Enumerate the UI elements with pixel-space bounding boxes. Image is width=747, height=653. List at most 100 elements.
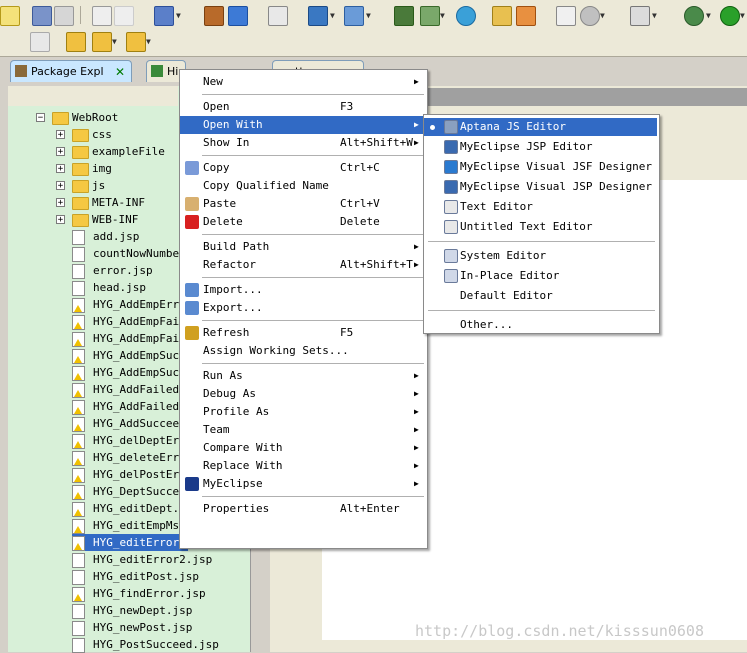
menu-item-delete[interactable]: Delete Delete: [180, 213, 425, 231]
camera-icon[interactable]: [630, 6, 650, 26]
menu-item-refactor[interactable]: Refactor Alt+Shift+T ▶: [180, 256, 425, 274]
menu-item-profile-as[interactable]: Profile As ▶: [180, 403, 425, 421]
tree-item-file[interactable]: HYG_PostSucceed.jsp: [72, 636, 221, 653]
import-project-icon[interactable]: [516, 6, 536, 26]
submenu-item-in-place-editor[interactable]: In-Place Editor: [424, 267, 657, 285]
submenu-item-text-editor[interactable]: Text Editor: [424, 198, 657, 216]
menu-item-refresh[interactable]: Refresh F5: [180, 324, 425, 342]
tree-item-file[interactable]: HYG_editPost.jsp: [72, 568, 201, 585]
menu-item-team[interactable]: Team ▶: [180, 421, 425, 439]
annotation-icon[interactable]: [30, 32, 50, 52]
tree-item-file[interactable]: HYG_editEmpMsg.: [72, 517, 194, 534]
dropdown-arrow-icon[interactable]: ▼: [600, 11, 605, 20]
save-all-icon[interactable]: [54, 6, 74, 26]
dropdown-arrow-icon[interactable]: ▼: [146, 37, 151, 46]
menu-item-copy[interactable]: Copy Ctrl+C: [180, 159, 425, 177]
task-icon[interactable]: [556, 6, 576, 26]
menu-item-build-path[interactable]: Build Path ▶: [180, 238, 425, 256]
open-folder-icon[interactable]: [492, 6, 512, 26]
submenu-item-other[interactable]: Other...: [424, 316, 657, 334]
tree-item-file[interactable]: HYG_newDept.jsp: [72, 602, 194, 619]
dropdown-arrow-icon[interactable]: ▼: [176, 11, 181, 20]
tree-item-file[interactable]: HYG_AddFailed2.: [72, 398, 194, 415]
new-icon[interactable]: [0, 6, 20, 26]
server-icon[interactable]: [308, 6, 328, 26]
tree-item-file[interactable]: HYG_findError.jsp: [72, 585, 208, 602]
submenu-item-myeclipse-jsp-editor[interactable]: MyEclipse JSP Editor: [424, 138, 657, 156]
expand-icon[interactable]: +: [56, 181, 65, 191]
tree-item-file[interactable]: HYG_deleteError: [72, 449, 194, 466]
menu-item-assign-working-sets[interactable]: Assign Working Sets...: [180, 342, 425, 360]
submenu-item-default-editor[interactable]: Default Editor: [424, 287, 657, 305]
menu-item-replace-with[interactable]: Replace With ▶: [180, 457, 425, 475]
menu-item-copy-qualified-name[interactable]: Copy Qualified Name: [180, 177, 425, 195]
tree-item-file[interactable]: HYG_AddEmpFaile: [72, 313, 194, 330]
open-type-icon[interactable]: [154, 6, 174, 26]
collapse-icon[interactable]: −: [36, 113, 45, 123]
tree-item-file[interactable]: HYG_editError2.jsp: [72, 551, 214, 568]
settings-icon[interactable]: [580, 6, 600, 26]
tree-item-file[interactable]: HYG_delPostErro: [72, 466, 194, 483]
tree-item-file[interactable]: HYG_AddEmpError: [72, 296, 194, 313]
menu-item-import[interactable]: Import...: [180, 281, 425, 299]
tree-item-file[interactable]: HYG_AddEmpSucce: [72, 347, 194, 364]
menu-item-properties[interactable]: Properties Alt+Enter: [180, 500, 425, 518]
dropdown-arrow-icon[interactable]: ▼: [330, 11, 335, 20]
menu-item-open-with[interactable]: Open With ▶: [180, 116, 425, 134]
dropdown-arrow-icon[interactable]: ▼: [706, 11, 711, 20]
tree-item-file[interactable]: HYG_AddEmpFaile: [72, 330, 194, 347]
pilcrow-icon[interactable]: [114, 6, 134, 26]
run-icon[interactable]: [720, 6, 740, 26]
menu-item-open[interactable]: Open F3: [180, 98, 425, 116]
cube-icon[interactable]: [228, 6, 248, 26]
save-icon[interactable]: [32, 6, 52, 26]
toggle-icon[interactable]: [92, 6, 112, 26]
tree-item-file[interactable]: error.jsp: [72, 262, 155, 279]
search-icon[interactable]: [344, 6, 364, 26]
menu-item-debug-as[interactable]: Debug As ▶: [180, 385, 425, 403]
menu-item-run-as[interactable]: Run As ▶: [180, 367, 425, 385]
submenu-item-myeclipse-visual-jsp-designer[interactable]: MyEclipse Visual JSP Designer: [424, 178, 657, 196]
expand-icon[interactable]: +: [56, 147, 65, 157]
expand-icon[interactable]: +: [56, 215, 65, 225]
close-icon[interactable]: ✕: [115, 61, 125, 82]
menu-item-export[interactable]: Export...: [180, 299, 425, 317]
tree-item-file[interactable]: HYG_AddFailed.: [72, 381, 188, 398]
tree-item-file[interactable]: HYG_newPost.jsp: [72, 619, 194, 636]
tree-item-file[interactable]: HYG_AddSucceed.: [72, 415, 194, 432]
hierarchy-icon[interactable]: [394, 6, 414, 26]
dropdown-arrow-icon[interactable]: ▼: [740, 11, 745, 20]
submenu-item-untitled-text-editor[interactable]: Untitled Text Editor: [424, 218, 657, 236]
tree-item-file[interactable]: HYG_editError.: [72, 534, 188, 551]
dropdown-arrow-icon[interactable]: ▼: [112, 37, 117, 46]
dropdown-arrow-icon[interactable]: ▼: [440, 11, 445, 20]
tree-item-file[interactable]: HYG_DeptSucceed: [72, 483, 194, 500]
menu-item-show-in[interactable]: Show In Alt+Shift+W ▶: [180, 134, 425, 152]
last-edit-icon[interactable]: [66, 32, 86, 52]
submenu-item-system-editor[interactable]: System Editor: [424, 247, 657, 265]
back-icon[interactable]: [92, 32, 112, 52]
debug-icon[interactable]: [684, 6, 704, 26]
deploy-icon[interactable]: [268, 6, 288, 26]
menu-item-compare-with[interactable]: Compare With ▶: [180, 439, 425, 457]
package-icon[interactable]: [204, 6, 224, 26]
dropdown-arrow-icon[interactable]: ▼: [366, 11, 371, 20]
menu-item-paste[interactable]: Paste Ctrl+V: [180, 195, 425, 213]
menu-item-new[interactable]: New ▶: [180, 73, 425, 91]
dropdown-arrow-icon[interactable]: ▼: [652, 11, 657, 20]
submenu-item-aptana-js-editor[interactable]: Aptana JS Editor: [424, 118, 657, 136]
new-java-icon[interactable]: [420, 6, 440, 26]
expand-icon[interactable]: +: [56, 198, 65, 208]
globe-icon[interactable]: [456, 6, 476, 26]
tab-package-explorer[interactable]: Package Expl ✕: [10, 60, 132, 82]
expand-icon[interactable]: +: [56, 130, 65, 140]
forward-icon[interactable]: [126, 32, 146, 52]
tree-item-file[interactable]: HYG_AddEmpSucce: [72, 364, 194, 381]
submenu-item-myeclipse-visual-jsf-designer[interactable]: MyEclipse Visual JSF Designer: [424, 158, 657, 176]
tree-item-file[interactable]: countNowNumber.: [72, 245, 194, 262]
tree-item-file[interactable]: HYG_delDeptErro: [72, 432, 194, 449]
tree-item-file[interactable]: HYG_editDept.js: [72, 500, 194, 517]
tree-item-file[interactable]: head.jsp: [72, 279, 148, 296]
tree-item-file[interactable]: add.jsp: [72, 228, 141, 245]
menu-item-myeclipse[interactable]: MyEclipse ▶: [180, 475, 425, 493]
